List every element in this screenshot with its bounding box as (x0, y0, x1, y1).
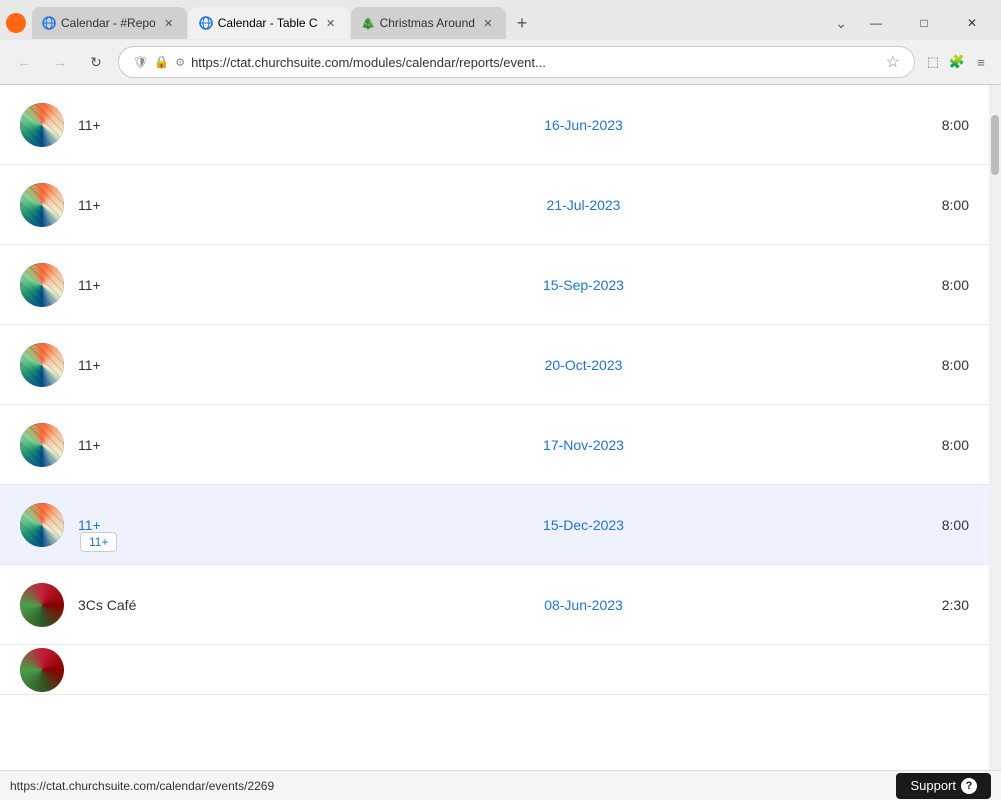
event-date: 16-Jun-2023 (278, 117, 889, 133)
event-date: 21-Jul-2023 (278, 197, 889, 213)
avatar-image (20, 583, 64, 627)
tab2-label: Calendar - Table C (218, 16, 318, 30)
event-date: 20-Oct-2023 (278, 357, 889, 373)
event-name: 11+ (78, 117, 278, 133)
table-row[interactable]: 11+ 15-Sep-2023 8:00 (0, 245, 989, 325)
event-date: 15-Dec-2023 (278, 517, 889, 533)
avatar (20, 263, 64, 307)
forward-button[interactable]: → (46, 48, 74, 76)
avatar (20, 583, 64, 627)
avatar (20, 503, 64, 547)
address-input[interactable]: 🛡 🔒 ⚙ https://ctat.churchsuite.com/modul… (118, 46, 915, 78)
avatar (20, 648, 64, 692)
shield-icon: 🛡 (133, 55, 148, 69)
browser-extensions: ⬚ 🧩 ≡ (923, 52, 991, 72)
event-time: 8:00 (889, 517, 969, 533)
tab1-close-button[interactable]: ✕ (161, 15, 177, 31)
lock-icon: 🔒 (154, 55, 169, 69)
back-button[interactable]: ← (10, 48, 38, 76)
minimize-button[interactable]: — (853, 7, 899, 39)
address-text: https://ctat.churchsuite.com/modules/cal… (191, 55, 880, 70)
status-bar: https://ctat.churchsuite.com/calendar/ev… (0, 770, 1001, 800)
event-name: 11+ (78, 277, 278, 293)
tab-bar: Calendar - #Repo ✕ Calendar - Table C ✕ … (0, 0, 1001, 40)
close-button[interactable]: ✕ (949, 7, 995, 39)
settings-icon: ⚙ (175, 56, 185, 69)
event-date: 15-Sep-2023 (278, 277, 889, 293)
table-row-highlighted[interactable]: 11+ 15-Dec-2023 8:00 11+ (0, 485, 989, 565)
event-name-link[interactable]: 11+ (78, 517, 101, 533)
scrollbar-thumb[interactable] (991, 115, 999, 175)
firefox-icon (6, 13, 26, 33)
avatar-image (20, 648, 64, 692)
event-time: 2:30 (889, 597, 969, 613)
table-row[interactable]: 11+ 20-Oct-2023 8:00 (0, 325, 989, 405)
tab-christmas-around[interactable]: 🎄 Christmas Around ✕ (351, 7, 506, 39)
tab-globe-icon-2 (199, 16, 213, 30)
page-content: 11+ 16-Jun-2023 8:00 11+ 21-Jul-2023 8:0… (0, 85, 1001, 771)
avatar (20, 343, 64, 387)
scrollbar[interactable] (989, 85, 1001, 771)
tab-calendar-table[interactable]: Calendar - Table C ✕ (189, 7, 349, 39)
event-name: 11+ (78, 437, 278, 453)
tab2-close-button[interactable]: ✕ (323, 15, 339, 31)
event-time: 8:00 (889, 117, 969, 133)
tab3-label: Christmas Around (380, 16, 475, 30)
table-container: 11+ 16-Jun-2023 8:00 11+ 21-Jul-2023 8:0… (0, 85, 989, 695)
avatar-image (20, 183, 64, 227)
avatar-image (20, 503, 64, 547)
event-name: 11+ (78, 357, 278, 373)
new-tab-button[interactable]: + (508, 9, 536, 37)
tab-list-button[interactable]: ⌄ (829, 11, 853, 36)
address-bar: ← → ↻ 🛡 🔒 ⚙ https://ctat.churchsuite.com… (0, 40, 1001, 84)
event-name: 11+ (78, 197, 278, 213)
avatar-image (20, 103, 64, 147)
event-name: 11+ (78, 517, 278, 533)
menu-icon[interactable]: ≡ (971, 52, 991, 72)
table-row[interactable]: 11+ 17-Nov-2023 8:00 (0, 405, 989, 485)
avatar-image (20, 423, 64, 467)
event-time: 8:00 (889, 357, 969, 373)
star-icon[interactable]: ☆ (886, 52, 900, 72)
event-time: 8:00 (889, 197, 969, 213)
tab-favicon-3: 🎄 (361, 16, 375, 30)
table-row[interactable]: 11+ 21-Jul-2023 8:00 (0, 165, 989, 245)
extensions-icon[interactable]: 🧩 (947, 52, 967, 72)
tab1-label: Calendar - #Repo (61, 16, 156, 30)
event-time: 8:00 (889, 437, 969, 453)
tab-globe-icon-1 (42, 16, 56, 30)
status-url: https://ctat.churchsuite.com/calendar/ev… (10, 779, 274, 793)
avatar (20, 103, 64, 147)
tab3-close-button[interactable]: ✕ (480, 15, 496, 31)
table-row[interactable]: 3Cs Café 08-Jun-2023 2:30 (0, 565, 989, 645)
avatar-image (20, 343, 64, 387)
support-button[interactable]: Support ? (896, 773, 991, 799)
event-name: 3Cs Café (78, 597, 278, 613)
pocket-icon[interactable]: ⬚ (923, 52, 943, 72)
avatar (20, 423, 64, 467)
refresh-button[interactable]: ↻ (82, 48, 110, 76)
tab-calendar-reports[interactable]: Calendar - #Repo ✕ (32, 7, 187, 39)
partial-table-row[interactable] (0, 645, 989, 695)
support-label: Support (910, 778, 956, 793)
event-date: 17-Nov-2023 (278, 437, 889, 453)
avatar (20, 183, 64, 227)
event-badge: 11+ (80, 532, 117, 552)
event-date: 08-Jun-2023 (278, 597, 889, 613)
event-time: 8:00 (889, 277, 969, 293)
support-icon: ? (961, 778, 977, 794)
window-controls: — □ ✕ (853, 7, 995, 39)
browser-chrome: Calendar - #Repo ✕ Calendar - Table C ✕ … (0, 0, 1001, 85)
avatar-image (20, 263, 64, 307)
maximize-button[interactable]: □ (901, 7, 947, 39)
table-row[interactable]: 11+ 16-Jun-2023 8:00 (0, 85, 989, 165)
